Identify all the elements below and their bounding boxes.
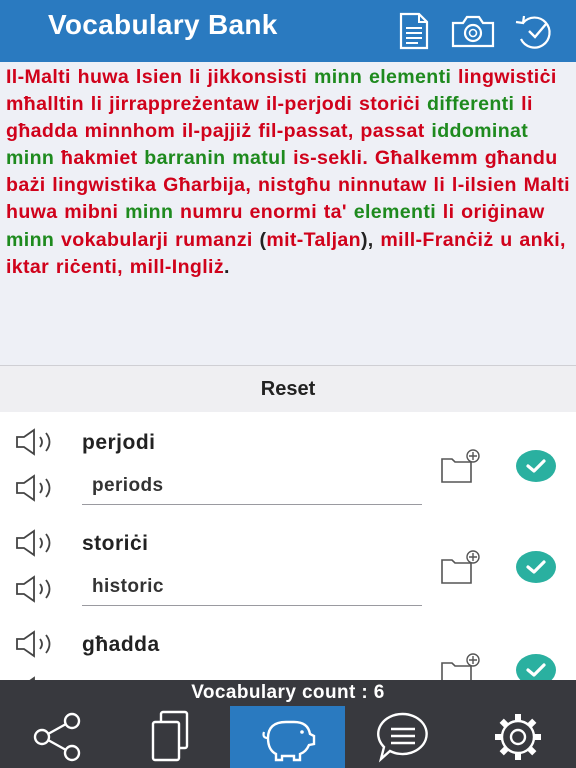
vocabulary-count: Vocabulary count : 6 (0, 680, 576, 706)
passage-segment: . (223, 255, 230, 278)
tab-piggy-bank[interactable] (230, 706, 345, 768)
passage-paragraph: Il-Malti huwa lsien li jikkonsisti minn … (6, 64, 570, 281)
check-button[interactable] (516, 551, 556, 583)
speaker-icon[interactable] (14, 630, 58, 658)
passage-segment: elementi (368, 66, 452, 88)
chat-icon (377, 712, 428, 763)
vocabulary-list: perjodi periods storiċi historic għadda (0, 412, 576, 680)
list-item: għadda (0, 614, 576, 680)
passage-segment: minn (125, 201, 174, 224)
piggy-bank-icon (262, 720, 316, 762)
passage-segment: ħakmiet (54, 147, 145, 170)
bottom-tab-bar (0, 706, 576, 768)
passage-segment: numru enormi ta' (173, 201, 354, 224)
add-to-folder-icon[interactable] (440, 652, 484, 680)
tab-chat[interactable] (345, 706, 460, 768)
translation-text: periods (92, 475, 164, 496)
check-button[interactable] (516, 450, 556, 482)
checkmark-icon (526, 560, 546, 574)
passage-segment (362, 66, 369, 88)
passage-text-panel: Il-Malti huwa lsien li jikkonsisti minn … (0, 62, 576, 365)
tab-share[interactable] (0, 706, 115, 768)
speaker-icon[interactable] (14, 575, 58, 603)
passage-segment: ), (360, 228, 381, 251)
speaker-icon[interactable] (14, 529, 58, 557)
passage-segment: differenti (427, 93, 515, 116)
translation-field[interactable]: periods (82, 471, 422, 505)
settings-icon (495, 714, 541, 760)
check-button[interactable] (516, 654, 556, 680)
speaker-icon[interactable] (14, 428, 58, 456)
cards-icon (151, 710, 189, 762)
passage-segment: mit-Taljan (266, 228, 361, 251)
translation-text: historic (92, 576, 164, 597)
camera-icon[interactable] (450, 11, 496, 51)
tab-settings[interactable] (460, 706, 575, 768)
passage-segment: li oriġinaw (436, 201, 545, 224)
history-check-icon[interactable] (512, 11, 558, 51)
tab-cards[interactable] (115, 706, 230, 768)
checkmark-icon (526, 459, 546, 473)
reset-button[interactable]: Reset (0, 365, 576, 413)
list-item: perjodi periods (0, 412, 576, 514)
list-item: storiċi historic (0, 513, 576, 615)
vocab-word: għadda (82, 633, 160, 656)
passage-segment: barranin matul (144, 147, 287, 170)
passage-segment: elementi (353, 201, 436, 224)
passage-segment: vokabularji rumanzi (54, 228, 260, 251)
add-to-folder-icon[interactable] (440, 448, 484, 484)
passage-segment: minn (313, 66, 363, 88)
passage-segment: minn (6, 228, 55, 251)
translation-field[interactable] (82, 673, 422, 680)
add-to-folder-icon[interactable] (440, 549, 484, 585)
share-icon (33, 712, 81, 762)
vocab-word: perjodi (82, 431, 156, 454)
checkmark-icon (526, 663, 546, 677)
document-icon[interactable] (393, 11, 433, 51)
speaker-icon[interactable] (14, 474, 58, 502)
passage-segment: Il-Malti huwa lsien li jikkonsisti (6, 66, 314, 88)
vocab-word: storiċi (82, 532, 149, 555)
app-title: Vocabulary Bank (48, 9, 278, 40)
header-bar: Vocabulary Bank (0, 0, 576, 62)
translation-field[interactable]: historic (82, 572, 422, 606)
